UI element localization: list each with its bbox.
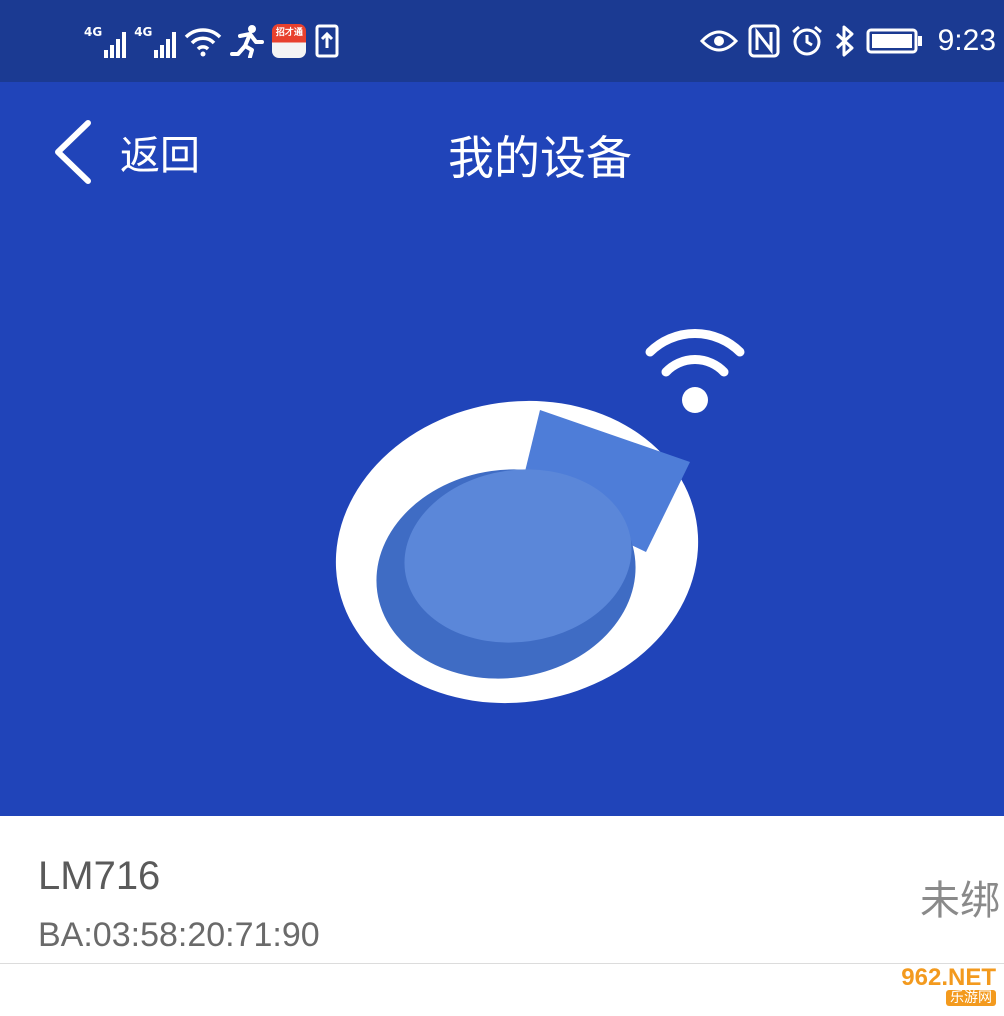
bluetooth-icon <box>835 25 854 57</box>
alarm-icon <box>791 25 822 56</box>
wireless-signal-icon <box>645 329 745 413</box>
device-bind-status: 未绑 <box>920 878 1000 924</box>
status-bar-left: 4G 4G 招才通 <box>84 18 340 64</box>
device-mac-address: BA:03:58:20:71:90 <box>38 916 320 954</box>
eye-icon <box>699 30 738 52</box>
running-man-icon <box>230 25 265 58</box>
network-type-label: 4G <box>84 25 103 39</box>
watermark-logo: 962.NET 乐游网 <box>856 964 996 1008</box>
device-illustration <box>335 329 745 704</box>
device-name: LM716 <box>38 854 161 898</box>
status-bar: 4G 4G 招才通 9:23 <box>0 0 1004 82</box>
watermark-subtext: 乐游网 <box>946 990 996 1006</box>
clock-time: 9:23 <box>937 24 996 57</box>
watermark-text: 962.NET <box>901 964 996 991</box>
battery-icon <box>866 28 922 54</box>
upload-icon <box>315 24 339 58</box>
signal-icon: 4G <box>84 24 127 58</box>
device-wristband-icon <box>335 400 699 704</box>
header: 返回 我的设备 <box>0 82 1004 816</box>
app-notification-icon: 招才通 <box>272 24 307 58</box>
device-list-item[interactable]: LM716 BA:03:58:20:71:90 未绑 <box>0 816 1004 964</box>
network-type-label: 4G <box>134 25 153 39</box>
signal-icon: 4G <box>134 24 177 58</box>
nfc-icon <box>748 24 780 58</box>
wifi-icon <box>185 28 222 57</box>
status-bar-right: 9:23 <box>699 18 996 64</box>
